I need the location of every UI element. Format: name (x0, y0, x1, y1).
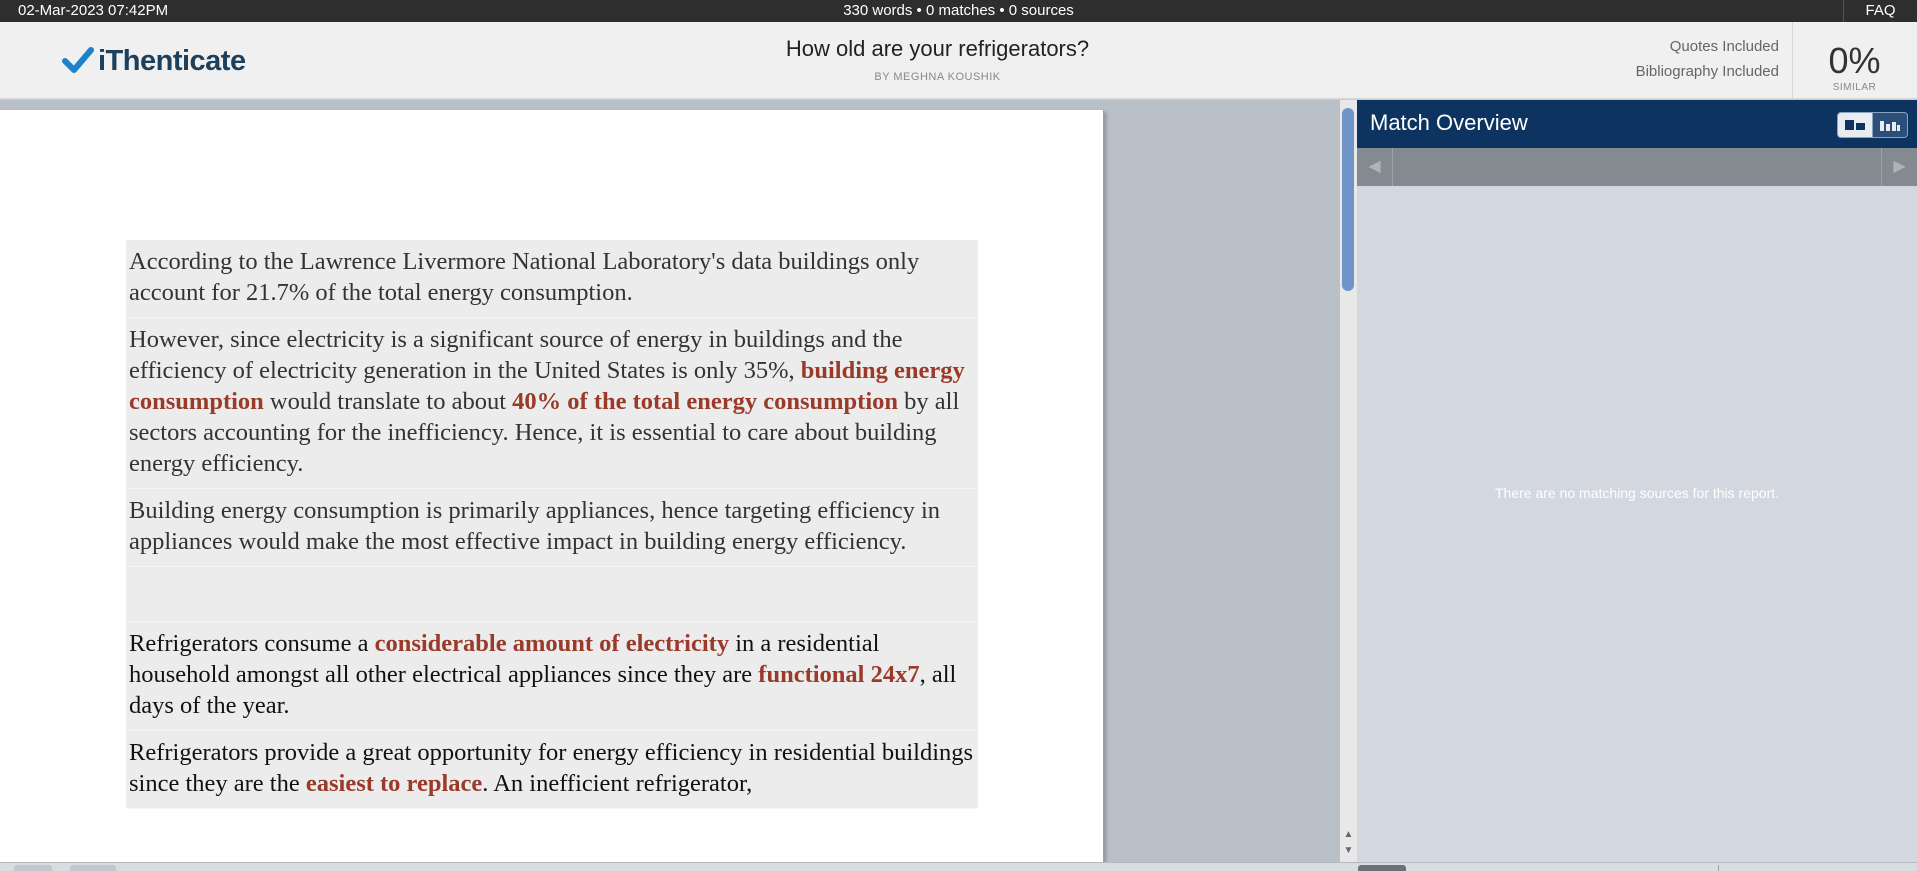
list-view-button[interactable] (1838, 113, 1872, 137)
scrollbar-thumb[interactable] (1342, 108, 1354, 291)
paragraph-text: Building energy consumption is primarily… (129, 497, 941, 555)
faq-link[interactable]: FAQ (1843, 0, 1917, 22)
document-page: According to the Lawrence Livermore Nati… (0, 110, 1104, 862)
source-navigation-bar: ◀ ▶ (1357, 148, 1917, 186)
toolbar-button[interactable] (70, 865, 116, 871)
document-author: BY MEGHNA KOUSHIK (874, 71, 1001, 83)
similarity-percentage: 0% (1828, 40, 1881, 81)
match-highlight[interactable]: easiest to replace (306, 770, 482, 797)
top-status-bar: 02-Mar-2023 07:42PM 330 words • 0 matche… (0, 0, 1917, 22)
document-viewer[interactable]: According to the Lawrence Livermore Nati… (0, 100, 1340, 862)
match-overview-panel: Match Overview ◀ ▶ There are no matching (1357, 100, 1917, 862)
paragraph-text: However, since electricity is a signific… (129, 326, 903, 384)
list-view-icon (1845, 120, 1865, 130)
document-title: How old are your refrigerators? (785, 36, 1090, 61)
paragraph-text: According to the Lawrence Livermore Nati… (129, 248, 920, 306)
toolbar-button[interactable] (14, 865, 52, 871)
paragraph: However, since electricity is a signific… (126, 318, 978, 489)
document-content: According to the Lawrence Livermore Nati… (126, 240, 978, 809)
match-highlight[interactable]: considerable amount of electricity (375, 630, 729, 657)
panel-title: Match Overview (1370, 110, 1528, 135)
next-source-icon[interactable]: ▶ (1881, 148, 1917, 186)
similarity-label: SIMILAR (1832, 82, 1877, 93)
quotes-included-toggle[interactable]: Quotes Included (1670, 38, 1779, 55)
previous-source-icon[interactable]: ◀ (1357, 148, 1393, 186)
match-highlight[interactable]: 40% of the total energy consumption (512, 388, 898, 415)
bar-chart-view-button[interactable] (1872, 113, 1907, 137)
paragraph-text: Refrigerators consume a (129, 630, 375, 657)
document-scrollbar[interactable]: ▲ ▼ (1340, 100, 1357, 862)
divider (1718, 865, 1719, 871)
bar-chart-icon (1880, 121, 1900, 131)
panel-header: Match Overview (1357, 100, 1917, 148)
view-toggle (1837, 112, 1908, 138)
scroll-down-icon[interactable]: ▼ (1342, 844, 1355, 858)
empty-state-message: There are no matching sources for this r… (1494, 485, 1780, 501)
report-header: iThenticate How old are your refrigerato… (0, 22, 1917, 99)
paragraph-text: would translate to about (263, 388, 513, 415)
paragraph: Refrigerators consume a considerable amo… (126, 622, 978, 731)
report-stats: 330 words • 0 matches • 0 sources (843, 2, 1074, 19)
toolbar-button[interactable] (1358, 865, 1406, 871)
bottom-toolbar (0, 862, 1917, 871)
paragraph: Refrigerators provide a great opportunit… (126, 731, 978, 809)
paragraph: According to the Lawrence Livermore Nati… (126, 240, 978, 318)
empty-paragraph (126, 567, 978, 622)
paragraph-text: . An inefficient refrigerator, (482, 770, 753, 797)
match-highlight[interactable]: functional 24x7 (758, 661, 919, 688)
scroll-up-icon[interactable]: ▲ (1342, 828, 1355, 842)
paragraph: Building energy consumption is primarily… (126, 489, 978, 567)
bibliography-included-toggle[interactable]: Bibliography Included (1636, 63, 1779, 80)
